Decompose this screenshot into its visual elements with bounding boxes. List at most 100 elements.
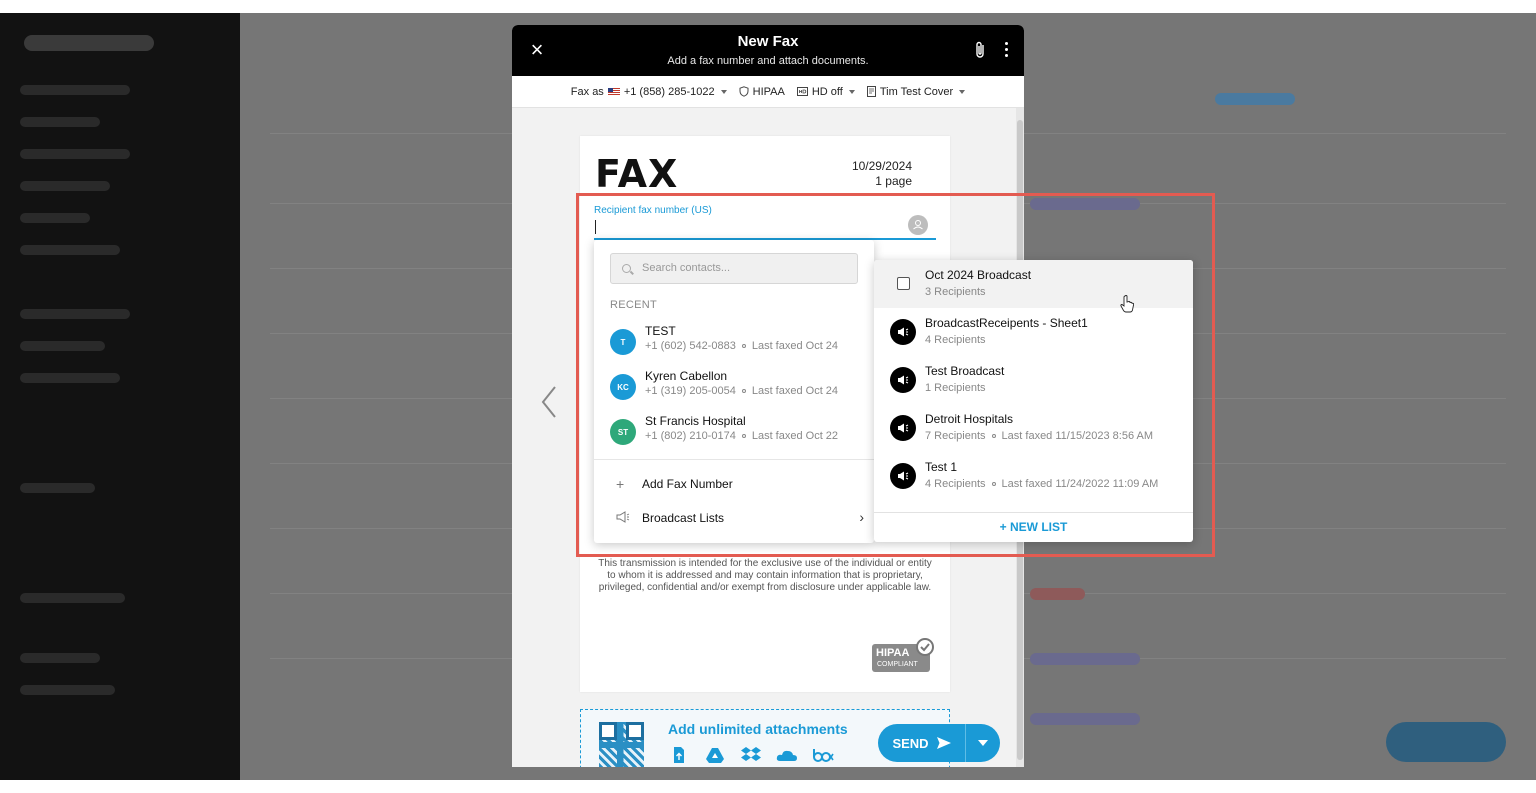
contacts-dropdown: Search contacts... RECENT T TEST +1 (602… — [594, 240, 874, 543]
background-nav-item — [20, 181, 110, 191]
recent-contact-item[interactable]: T TEST +1 (602) 542-0883 Last faxed Oct 2… — [610, 324, 872, 360]
recipient-fax-input[interactable] — [594, 216, 936, 240]
broadcast-meta: 1 Recipients — [925, 382, 986, 394]
avatar: T — [610, 329, 636, 355]
plus-icon: + — [616, 476, 625, 492]
recent-contact-item[interactable]: ST St Francis Hospital +1 (802) 210-0174… — [610, 414, 872, 450]
recent-section-label: RECENT — [610, 299, 658, 311]
contact-name: Kyren Cabellon — [645, 369, 728, 383]
more-options-icon[interactable] — [1002, 41, 1010, 59]
broadcast-name: Oct 2024 Broadcast — [925, 268, 1032, 282]
background-nav-item — [20, 685, 115, 695]
broadcast-recipients: 3 Recipients — [925, 286, 986, 298]
background-nav-item — [20, 373, 120, 383]
background-chip — [1030, 653, 1140, 665]
cover-page-selector[interactable]: Tim Test Cover — [866, 85, 966, 98]
divider — [594, 459, 874, 460]
background-nav-item — [20, 341, 105, 351]
broadcast-meta: 7 Recipients Last faxed 11/15/2023 8:56 A… — [925, 430, 1153, 442]
add-fax-number-button[interactable]: + Add Fax Number — [610, 473, 870, 497]
broadcast-lists-submenu: Oct 2024 Broadcast 3 Recipients Broadcas… — [874, 260, 1193, 542]
add-fax-number-label: Add Fax Number — [642, 477, 733, 491]
qr-code-icon[interactable] — [599, 722, 644, 767]
checkmark-icon — [916, 638, 934, 656]
hd-selector[interactable]: HD off — [796, 85, 855, 98]
confidentiality-notice: This transmission is intended for the ex… — [598, 558, 932, 593]
search-contacts-input[interactable]: Search contacts... — [610, 253, 858, 284]
recent-contact-item[interactable]: KC Kyren Cabellon +1 (319) 205-0054 Last … — [610, 369, 872, 405]
avatar: ST — [610, 419, 636, 445]
hipaa-compliant-badge: HIPAA COMPLIANT — [872, 638, 934, 672]
attachment-sources — [668, 746, 834, 764]
broadcast-list-item[interactable]: Test Broadcast 1 Recipients — [874, 356, 1193, 404]
broadcast-meta: 4 Recipients Last faxed 11/24/2022 11:09 … — [925, 478, 1158, 490]
broadcast-list-item[interactable]: Test 1 4 Recipients Last faxed 11/24/2022… — [874, 452, 1193, 500]
new-list-button[interactable]: + NEW LIST — [874, 512, 1193, 542]
broadcast-lists-menu[interactable]: Broadcast Lists › — [610, 507, 870, 531]
background-nav-item — [20, 245, 120, 255]
hand-cursor-icon — [1120, 295, 1134, 313]
box-icon[interactable] — [812, 746, 834, 764]
checkbox[interactable] — [897, 277, 910, 290]
send-options-dropdown[interactable] — [966, 724, 1000, 762]
broadcast-name: BroadcastReceipents - Sheet1 — [925, 316, 1088, 330]
send-arrow-icon — [936, 737, 951, 749]
modal-header: × New Fax Add a fax number and attach do… — [512, 25, 1024, 76]
onedrive-icon[interactable] — [776, 746, 798, 764]
hipaa-toggle[interactable]: HIPAA — [739, 86, 785, 98]
background-nav-item — [20, 309, 130, 319]
upload-file-icon[interactable] — [668, 746, 690, 764]
broadcast-last-faxed: Last faxed 11/24/2022 11:09 AM — [1001, 478, 1159, 490]
background-nav-item — [20, 213, 90, 223]
contacts-icon[interactable] — [908, 215, 928, 235]
send-button-group: SEND — [878, 724, 1000, 762]
hd-label: HD off — [811, 85, 843, 98]
shield-icon — [739, 86, 749, 97]
modal-title: New Fax — [737, 33, 799, 50]
attachments-title: Add unlimited attachments — [668, 721, 848, 737]
search-icon — [622, 264, 631, 273]
background-fab — [1386, 722, 1506, 762]
separator-dot — [991, 434, 996, 439]
background-chip — [1030, 198, 1140, 210]
paperclip-icon[interactable] — [974, 41, 988, 59]
broadcast-list-item[interactable]: Oct 2024 Broadcast 3 Recipients — [874, 260, 1193, 308]
contact-number: +1 (802) 210-0174 — [645, 430, 736, 442]
chevron-left-icon[interactable] — [540, 385, 558, 419]
send-label: SEND — [892, 735, 929, 751]
fax-page-count: 1 page — [875, 174, 912, 188]
google-drive-icon[interactable] — [704, 746, 726, 764]
broadcast-list-item[interactable]: Detroit Hospitals 7 Recipients Last faxed… — [874, 404, 1193, 452]
background-nav-item — [20, 149, 130, 159]
background-nav-item — [20, 483, 95, 493]
separator-dot — [741, 434, 746, 439]
broadcast-list-item[interactable]: BroadcastReceipents - Sheet1 4 Recipient… — [874, 308, 1193, 356]
fax-as-number: +1 (858) 285-1022 — [623, 85, 715, 98]
broadcast-recipients: 4 Recipients — [925, 478, 986, 490]
broadcast-recipients: 1 Recipients — [925, 382, 986, 394]
dropbox-icon[interactable] — [740, 746, 762, 764]
megaphone-icon — [616, 511, 630, 525]
megaphone-icon — [890, 319, 916, 345]
cover-page-label: Tim Test Cover — [879, 85, 954, 98]
megaphone-icon — [890, 463, 916, 489]
background-nav-item — [20, 653, 100, 663]
fax-as-label: Fax as — [570, 85, 604, 98]
fax-as-selector[interactable]: Fax as +1 (858) 285-1022 — [571, 86, 727, 98]
background-chip — [1030, 713, 1140, 725]
background-chip — [1215, 93, 1295, 105]
contact-last-faxed: Last faxed Oct 24 — [751, 340, 839, 352]
background-nav-item — [20, 117, 100, 127]
contact-name: TEST — [645, 324, 676, 338]
broadcast-recipients: 7 Recipients — [925, 430, 986, 442]
background-nav-item — [20, 85, 130, 95]
hipaa-badge-subtitle: COMPLIANT — [877, 661, 918, 668]
hipaa-badge-title: HIPAA — [876, 647, 910, 659]
contact-meta: +1 (802) 210-0174 Last faxed Oct 22 — [645, 430, 838, 442]
chevron-down-icon — [848, 89, 855, 94]
send-button[interactable]: SEND — [878, 724, 966, 762]
broadcast-name: Test Broadcast — [925, 364, 1005, 378]
megaphone-icon — [890, 367, 916, 393]
document-icon — [866, 86, 876, 97]
broadcast-name: Detroit Hospitals — [925, 412, 1014, 426]
